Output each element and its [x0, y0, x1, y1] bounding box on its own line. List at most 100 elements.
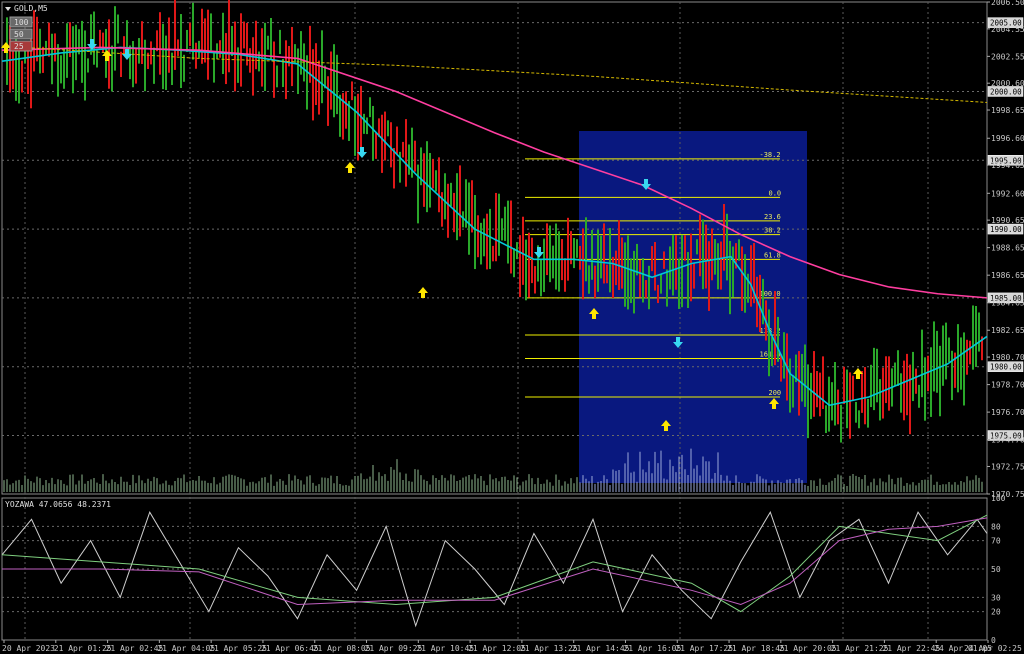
price-bar: [705, 224, 707, 289]
price-bar: [918, 384, 920, 408]
price-bar: [600, 235, 602, 279]
price-bar: [897, 350, 899, 387]
price-bar: [204, 18, 206, 63]
osc-tick-label: 30: [991, 593, 1001, 602]
price-tick-label: 2006.50: [991, 0, 1024, 7]
price-bar: [621, 237, 623, 289]
price-bar: [861, 371, 863, 413]
price-bar: [390, 122, 392, 168]
price-bar: [531, 237, 533, 284]
price-bar: [975, 305, 977, 367]
price-bar: [183, 54, 185, 82]
price-bar: [273, 41, 275, 98]
price-bar: [18, 47, 20, 104]
price-bar: [699, 214, 701, 277]
price-bar: [459, 165, 461, 237]
price-bar: [165, 35, 167, 91]
price-bar: [780, 354, 782, 382]
price-bar: [864, 367, 866, 425]
price-bar: [36, 16, 38, 62]
price-bar: [645, 280, 647, 298]
price-bar: [477, 215, 479, 258]
price-bar: [99, 29, 101, 48]
price-bar: [837, 389, 839, 425]
price-bar: [714, 239, 716, 275]
price-bar: [684, 235, 686, 261]
price-bar: [738, 239, 740, 261]
price-tick-label: 1978.70: [991, 381, 1024, 390]
price-bar: [276, 65, 278, 88]
price-bar: [201, 8, 203, 64]
price-bar: [888, 356, 890, 411]
price-bar: [723, 204, 725, 271]
price-tick-label: 2002.55: [991, 52, 1024, 61]
price-bar: [525, 239, 527, 301]
price-bar: [135, 48, 137, 84]
price-bar: [417, 164, 419, 224]
price-bar: [702, 219, 704, 290]
price-bar: [363, 113, 365, 134]
x-tick-label: 21 Apr 01:25: [54, 644, 112, 653]
price-bar: [285, 40, 287, 100]
price-bar: [690, 233, 692, 302]
price-bar: [393, 148, 395, 189]
symbol-title: GOLD,M5: [14, 4, 48, 13]
price-bar: [87, 58, 89, 73]
osc-tick-label: 50: [991, 565, 1001, 574]
price-tick-label: 1986.65: [991, 271, 1024, 280]
price-bar: [963, 332, 965, 406]
price-bar: [774, 290, 776, 366]
price-bar: [372, 105, 374, 161]
price-bar: [810, 372, 812, 420]
price-bar: [540, 259, 542, 297]
price-bar: [345, 91, 347, 129]
price-bar: [720, 241, 722, 290]
price-tick-label: 1992.60: [991, 189, 1024, 198]
price-bar: [501, 218, 503, 241]
price-bar: [651, 246, 653, 272]
price-bar: [435, 170, 437, 192]
level-box-label: 1990.00: [990, 225, 1022, 234]
price-bar: [318, 60, 320, 115]
x-tick-label: 21 Apr 06:45: [261, 644, 319, 653]
price-bar: [255, 20, 257, 70]
price-bar: [264, 22, 266, 91]
price-bar: [171, 52, 173, 86]
x-tick-label: 21 Apr 20:05: [779, 644, 837, 653]
price-bar: [777, 316, 779, 362]
price-bar: [291, 26, 293, 87]
price-bar: [852, 375, 854, 401]
price-bar: [948, 337, 950, 363]
indicator-line: [1, 46, 988, 299]
price-bar: [495, 192, 497, 262]
price-bar: [114, 6, 116, 71]
fib-zone-rect: [579, 131, 807, 483]
price-bar: [960, 337, 962, 390]
price-bar: [750, 245, 752, 307]
price-bar: [951, 350, 953, 401]
price-tick-label: 2000.60: [991, 79, 1024, 88]
price-bar: [219, 40, 221, 58]
price-bar: [555, 223, 557, 290]
price-bar: [588, 265, 590, 294]
price-bar: [489, 208, 491, 269]
price-bar: [858, 410, 860, 429]
price-bar: [444, 173, 446, 220]
price-bar: [693, 263, 695, 289]
price-bar: [867, 398, 869, 428]
price-bars: [6, 0, 983, 443]
price-bar: [855, 401, 857, 423]
price-bar: [522, 216, 524, 285]
fib-level-label: 0.0: [769, 189, 782, 197]
price-bar: [96, 50, 98, 68]
price-bar: [882, 367, 884, 419]
x-tick-label: 21 Apr 18:45: [727, 644, 785, 653]
menu-triangle-icon: [5, 7, 11, 11]
price-bar: [840, 404, 842, 443]
price-bar: [246, 22, 248, 66]
price-bar: [225, 33, 227, 85]
price-bar: [240, 13, 242, 87]
price-bar: [375, 133, 377, 159]
price-bar: [792, 375, 794, 408]
price-bar: [138, 38, 140, 64]
